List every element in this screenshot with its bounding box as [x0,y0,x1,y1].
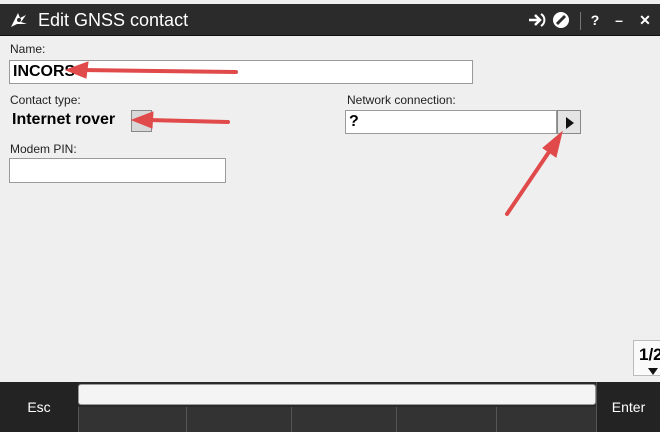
contact-type-label: Contact type: [10,93,81,107]
contact-type-dropdown[interactable] [131,110,152,132]
status-icon[interactable] [551,10,571,30]
name-label: Name: [10,42,46,56]
esc-button[interactable]: Esc [0,382,78,432]
network-connection-value: ? [349,113,359,130]
modem-pin-input[interactable] [9,158,226,183]
modem-pin-label: Modem PIN: [10,142,77,156]
softkey-4[interactable] [396,407,496,432]
network-connection-label: Network connection: [347,93,456,107]
chevron-down-icon [648,368,658,375]
annotation-arrow-contact-type [146,118,230,124]
title-bar: Edit GNSS contact ? – ✕ [0,4,660,36]
name-input[interactable]: INCORS [9,60,473,84]
minimize-button[interactable]: – [612,10,626,30]
network-connection-select-button[interactable] [557,110,581,134]
title-bar-divider [580,12,581,30]
help-button[interactable]: ? [588,10,602,30]
softkey-3[interactable] [291,407,396,432]
contact-type-value[interactable]: Internet rover [12,110,115,130]
softkey-2[interactable] [186,407,291,432]
page-indicator[interactable]: 1/2 [633,340,660,376]
chevron-right-icon [566,117,574,129]
annotation-arrowhead-network [542,130,563,158]
message-bar [78,384,596,405]
annotation-arrow-network [505,144,555,216]
forward-icon[interactable] [527,10,547,30]
close-button[interactable]: ✕ [636,10,654,30]
softkey-5[interactable] [496,407,596,432]
network-connection-field[interactable]: ? [345,110,557,134]
app-window: Edit GNSS contact ? – ✕ Name: INCORS Con… [0,0,660,432]
page-number: 1/2 [639,345,660,364]
softkey-1[interactable] [78,407,186,432]
window-title: Edit GNSS contact [38,10,189,30]
enter-button[interactable]: Enter [596,382,660,432]
app-logo-icon[interactable] [8,9,30,31]
name-value: INCORS [13,63,76,80]
chevron-down-icon [137,119,146,124]
